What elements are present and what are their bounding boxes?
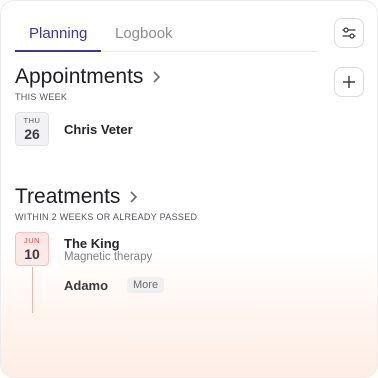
treatments-title: Treatments	[15, 185, 121, 208]
treatments-subtitle: WITHIN 2 WEEKS OR ALREADY PASSED	[15, 212, 198, 222]
appointment-name[interactable]: Chris Veter	[64, 122, 133, 137]
treatment-date-badge: JUN 10	[15, 232, 49, 266]
chevron-right-icon	[151, 70, 161, 84]
timeline-line	[32, 267, 33, 313]
planning-card: Planning Logbook Appointments THIS WEEK …	[0, 0, 378, 378]
plus-icon	[343, 76, 355, 88]
tab-planning[interactable]: Planning	[29, 25, 87, 42]
chevron-right-icon	[128, 190, 138, 204]
appointments-subtitle: THIS WEEK	[15, 92, 68, 102]
treatments-header[interactable]: Treatments	[15, 185, 138, 209]
sliders-icon	[342, 27, 356, 39]
more-button[interactable]: More	[127, 277, 165, 293]
treatment-type: Magnetic therapy	[64, 251, 153, 263]
treatment-day: 10	[24, 246, 40, 262]
tab-bar: Planning Logbook	[15, 15, 317, 52]
next-patient-name[interactable]: Adamo	[64, 278, 108, 293]
add-appointment-button[interactable]	[334, 67, 364, 97]
appointments-title: Appointments	[15, 65, 144, 88]
treatment-patient-name[interactable]: The King	[64, 236, 120, 251]
appointment-date-badge: THU 26	[15, 112, 49, 146]
filter-button[interactable]	[334, 18, 364, 48]
tab-logbook[interactable]: Logbook	[115, 25, 173, 42]
active-tab-indicator	[15, 50, 101, 52]
treatment-month: JUN	[23, 236, 41, 245]
appointments-header[interactable]: Appointments	[15, 65, 161, 89]
appointment-weekday: THU	[23, 116, 41, 125]
appointment-day: 26	[24, 126, 40, 142]
